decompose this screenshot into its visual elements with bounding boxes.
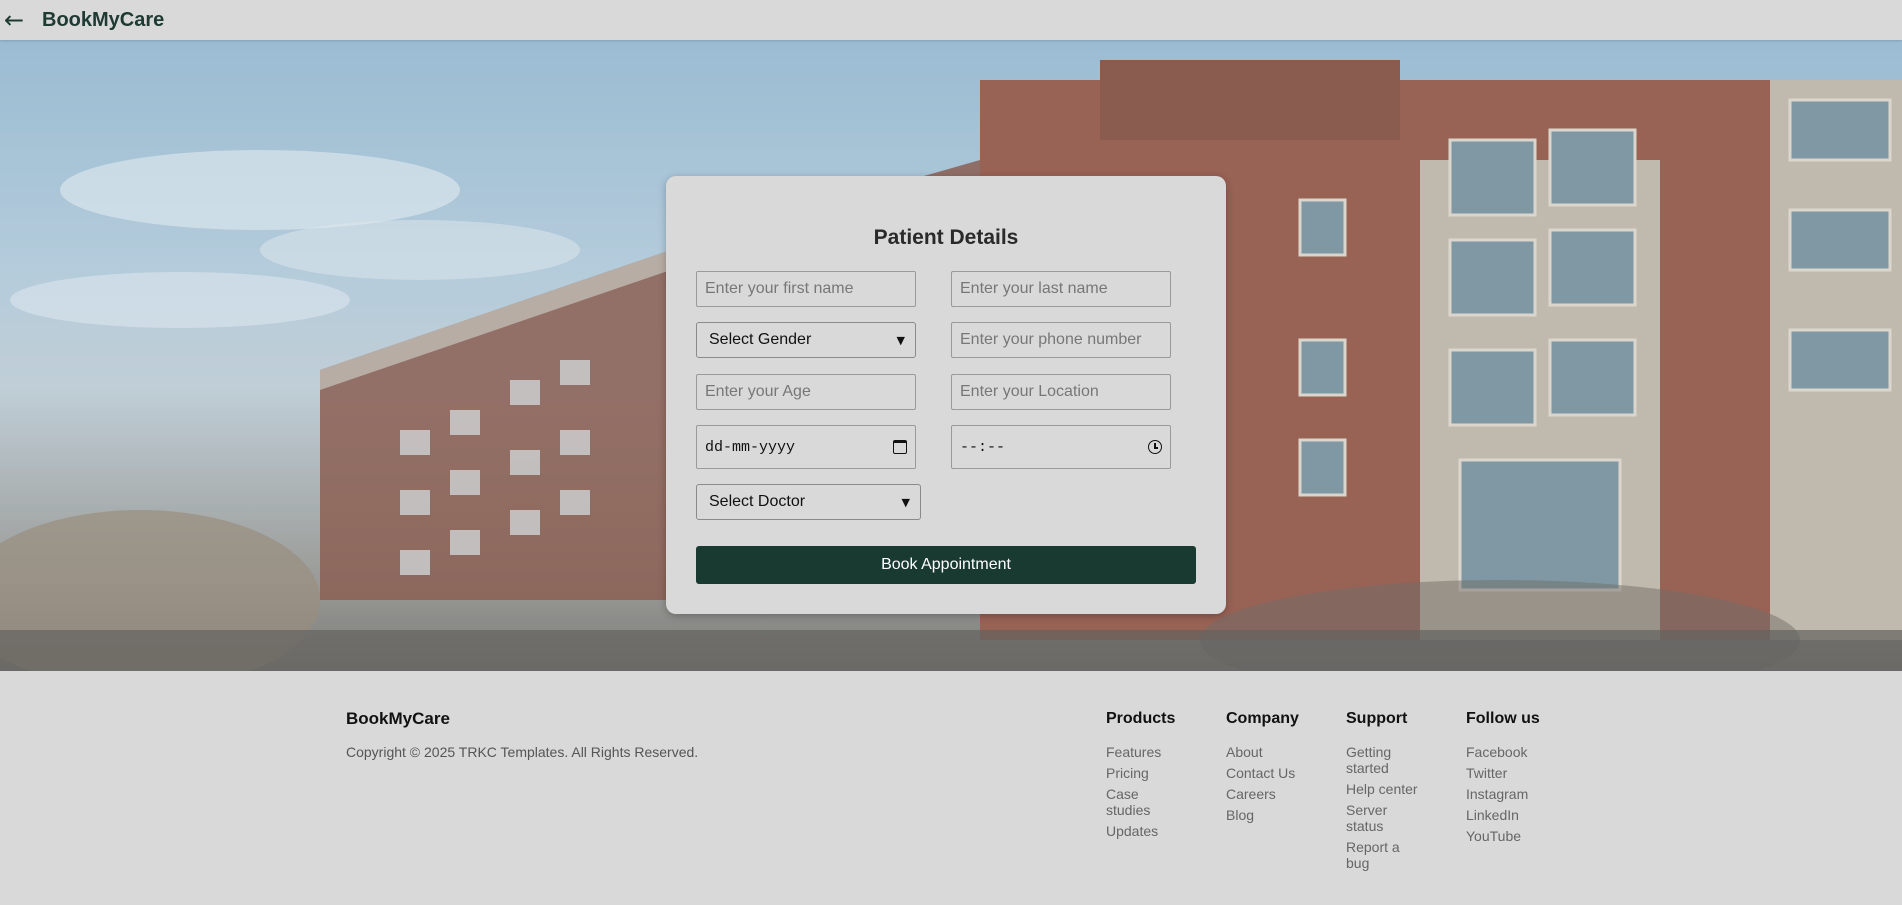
last-name-input[interactable]: Enter your last name: [951, 271, 1171, 307]
gender-select[interactable]: Select Gender ▼: [696, 322, 916, 358]
footer-link-linkedin[interactable]: LinkedIn: [1466, 807, 1546, 823]
footer-link-careers[interactable]: Careers: [1226, 786, 1306, 802]
age-input[interactable]: Enter your Age: [696, 374, 916, 410]
footer-link-features[interactable]: Features: [1106, 744, 1186, 760]
form-title: Patient Details: [873, 226, 1019, 249]
calendar-icon[interactable]: [893, 440, 907, 454]
footer-column-support: Support Getting started Help center Serv…: [1346, 710, 1426, 876]
footer-link-report-bug[interactable]: Report a bug: [1346, 839, 1406, 871]
footer-link-facebook[interactable]: Facebook: [1466, 744, 1546, 760]
footer-column-products: Products Features Pricing Case studies U…: [1106, 710, 1186, 844]
footer-column-company: Company About Contact Us Careers Blog: [1226, 710, 1306, 828]
time-input-value: --:--: [960, 438, 1006, 456]
date-input-value: dd-mm-yyyy: [705, 438, 796, 456]
footer-column-title: Support: [1346, 710, 1408, 727]
brand-logo[interactable]: BookMyCare: [42, 9, 164, 32]
footer-link-getting-started[interactable]: Getting started: [1346, 744, 1406, 776]
location-input[interactable]: Enter your Location: [951, 374, 1171, 410]
footer-link-youtube[interactable]: YouTube: [1466, 828, 1546, 844]
book-appointment-button[interactable]: Book Appointment: [696, 546, 1196, 584]
footer-link-pricing[interactable]: Pricing: [1106, 765, 1186, 781]
chevron-down-icon: ▼: [901, 495, 910, 509]
back-arrow-icon[interactable]: ←: [4, 8, 32, 32]
time-input[interactable]: --:--: [951, 425, 1171, 469]
footer-column-title: Follow us: [1466, 710, 1540, 727]
footer-link-updates[interactable]: Updates: [1106, 823, 1186, 839]
doctor-select-value: Select Doctor: [709, 493, 806, 510]
chevron-down-icon: ▼: [896, 333, 905, 347]
top-navbar: ← BookMyCare: [0, 0, 1902, 40]
date-input[interactable]: dd-mm-yyyy: [696, 425, 916, 469]
footer-link-case-studies[interactable]: Case studies: [1106, 786, 1166, 818]
gender-select-value: Select Gender: [709, 331, 812, 348]
phone-input[interactable]: Enter your phone number: [951, 322, 1171, 358]
footer-brand: BookMyCare: [346, 709, 450, 728]
footer-link-about[interactable]: About: [1226, 744, 1306, 760]
footer-copyright: Copyright © 2025 TRKC Templates. All Rig…: [346, 744, 699, 760]
footer-column-title: Company: [1226, 710, 1299, 727]
footer-link-contact-us[interactable]: Contact Us: [1226, 765, 1306, 781]
footer-link-instagram[interactable]: Instagram: [1466, 786, 1546, 802]
footer-column-follow-us: Follow us Facebook Twitter Instagram Lin…: [1466, 710, 1546, 849]
hero-background: Patient Details Enter your first name En…: [0, 40, 1902, 671]
clock-icon[interactable]: [1148, 440, 1162, 454]
footer: BookMyCare Copyright © 2025 TRKC Templat…: [0, 671, 1902, 905]
first-name-input[interactable]: Enter your first name: [696, 271, 916, 307]
footer-link-help-center[interactable]: Help center: [1346, 781, 1426, 797]
patient-details-card: Patient Details Enter your first name En…: [666, 176, 1226, 614]
footer-link-server-status[interactable]: Server status: [1346, 802, 1406, 834]
doctor-select[interactable]: Select Doctor ▼: [696, 484, 921, 520]
footer-link-blog[interactable]: Blog: [1226, 807, 1306, 823]
footer-link-twitter[interactable]: Twitter: [1466, 765, 1546, 781]
footer-column-title: Products: [1106, 710, 1176, 727]
